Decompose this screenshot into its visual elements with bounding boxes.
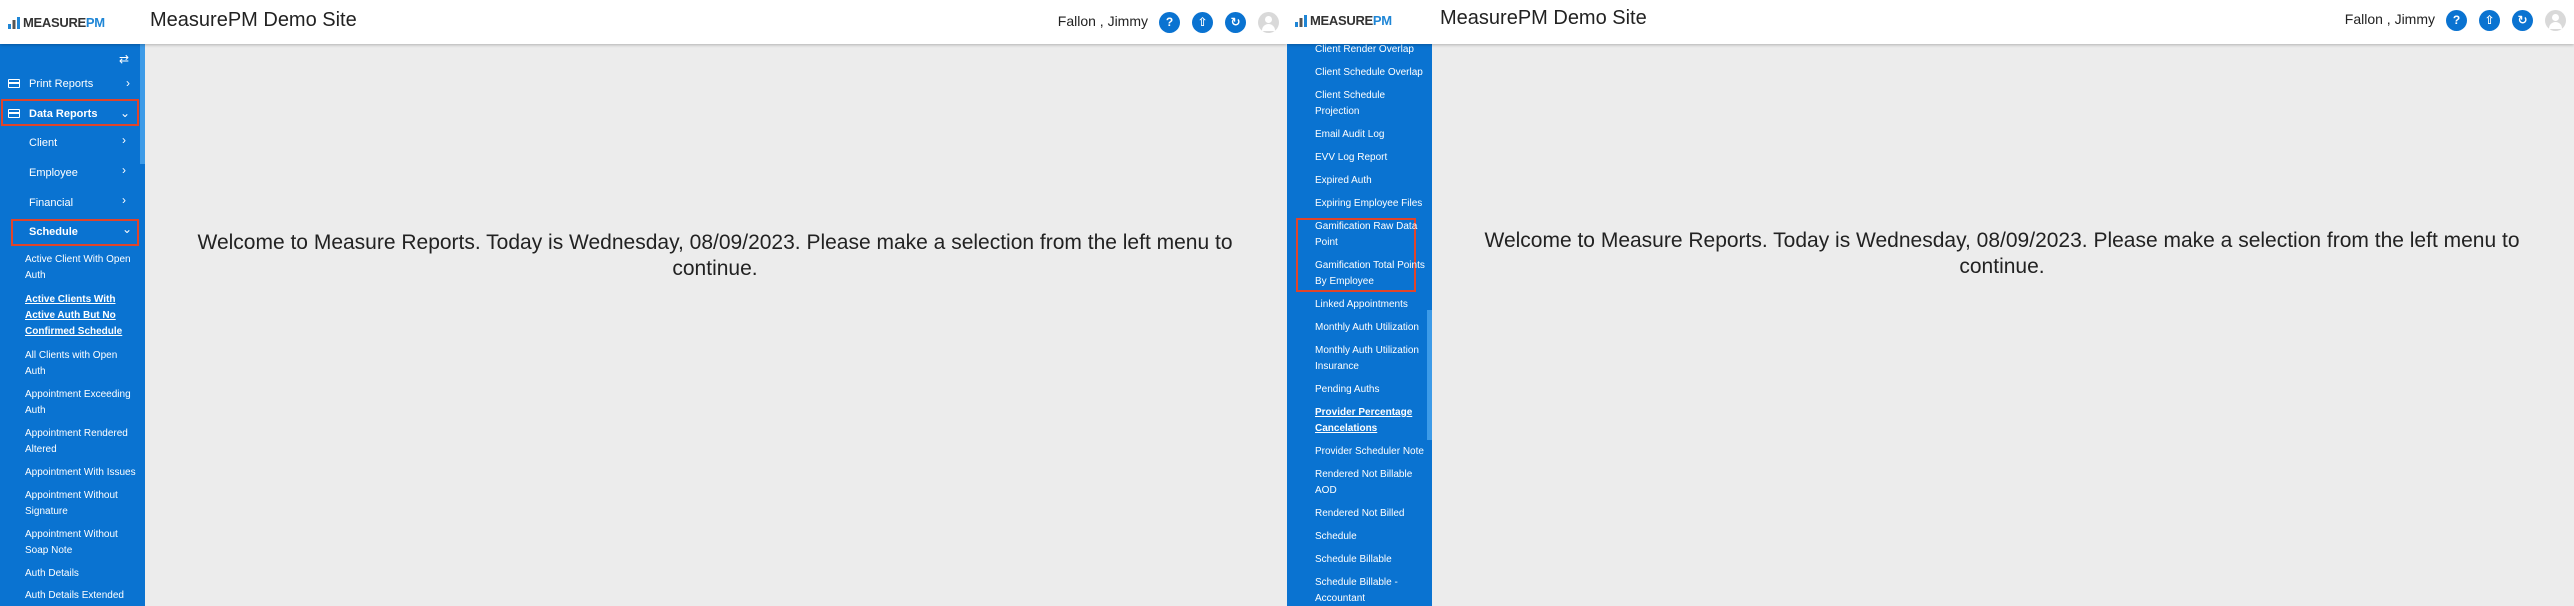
report-link[interactable]: Linked Appointments [1315,297,1427,313]
report-link[interactable]: Schedule Billable - Accountant [1315,575,1427,606]
avatar-icon[interactable] [2545,10,2566,31]
help-icon[interactable]: ? [1159,12,1180,33]
report-link[interactable]: Appointment With Issues [25,465,139,481]
upload-icon[interactable]: ⇧ [1192,12,1213,33]
welcome-message: Welcome to Measure Reports. Today is Wed… [1484,229,2520,278]
sidebar-item-label: Data Reports [29,108,98,120]
report-link[interactable]: Client Schedule Overlap [1315,65,1427,81]
measurepm-logo[interactable]: MEASUREPM [8,15,105,30]
top-bar: MEASUREPM MeasurePM Demo Site Fallon , J… [0,0,1287,44]
sidebar-subitem-client[interactable]: Client [29,137,57,149]
logo-text: MEASURE [23,15,86,30]
report-link[interactable]: All Clients with Open Auth [25,348,139,380]
report-link[interactable]: Appointment Exceeding Auth [25,387,139,419]
report-link[interactable]: Monthly Auth Utilization [1315,320,1427,336]
welcome-message: Welcome to Measure Reports. Today is Wed… [197,231,1233,280]
report-link[interactable]: Email Audit Log [1315,127,1427,143]
report-link[interactable]: Rendered Not Billable AOD [1315,467,1427,499]
report-link[interactable]: Schedule Billable [1315,552,1427,568]
report-icon [8,109,20,118]
logo-accent-text: PM [1372,13,1392,28]
right-screenshot-panel: MEASUREPM MeasurePM Demo Site Fallon , J… [1287,0,2574,606]
chevron-right-icon: › [122,193,126,207]
report-link[interactable]: Appointment Without Soap Note [25,527,139,559]
report-link[interactable]: Provider Percentage Cancelations [1315,405,1427,437]
report-link[interactable]: Rendered Not Billed [1315,506,1427,522]
report-link[interactable]: Appointment Without Signature [25,488,139,520]
report-link[interactable]: Auth Details Extended [25,588,139,604]
report-link[interactable]: Client Render Overlap [1315,42,1427,58]
chevron-right-icon: › [122,133,126,147]
logo-accent-text: PM [85,15,105,30]
refresh-icon[interactable]: ↻ [1225,12,1246,33]
site-title: MeasurePM Demo Site [150,9,357,31]
report-link[interactable]: Client Schedule Projection [1315,88,1427,120]
logo-bars-icon [1295,14,1307,27]
avatar-icon[interactable] [1258,12,1279,33]
report-icon [8,79,20,88]
sidebar-toggle-icon[interactable]: ⇄ [119,53,133,65]
user-name[interactable]: Fallon , Jimmy [2345,11,2435,27]
report-link[interactable]: Gamification Total Points By Employee [1315,258,1427,290]
sidebar-item-data-reports[interactable]: Data Reports ⌄ [0,105,140,121]
sidebar-subitem-employee[interactable]: Employee [29,167,78,179]
report-link[interactable]: Pending Auths [1315,382,1427,398]
upload-icon[interactable]: ⇧ [2479,10,2500,31]
report-link[interactable]: Expired Auth [1315,173,1427,189]
sidebar-item-print-reports[interactable]: Print Reports › [0,75,140,91]
left-screenshot-panel: MEASUREPM MeasurePM Demo Site Fallon , J… [0,0,1287,606]
site-title: MeasurePM Demo Site [1440,7,1647,29]
measurepm-logo[interactable]: MEASUREPM [1295,13,1392,28]
report-link[interactable]: Monthly Auth Utilization Insurance [1315,343,1427,375]
chevron-down-icon: ⌄ [119,106,130,120]
top-bar: MEASUREPM MeasurePM Demo Site Fallon , J… [1287,0,2574,44]
report-link[interactable]: Auth Details [25,566,139,582]
logo-text: MEASURE [1310,13,1373,28]
sidebar-item-label: Print Reports [29,78,94,90]
chevron-right-icon: › [122,163,126,177]
report-link[interactable]: Active Clients With Active Auth But No C… [25,292,139,340]
report-link[interactable]: Expiring Employee Files [1315,196,1427,212]
sidebar-subitem-schedule[interactable]: Schedule [29,226,78,238]
chevron-down-icon: ⌄ [122,222,133,236]
chevron-right-icon: › [126,76,130,90]
report-link[interactable]: Appointment Rendered Altered [25,426,139,458]
report-link[interactable]: Active Client With Open Auth [25,252,139,284]
sidebar-scrollbar-thumb[interactable] [1427,310,1432,440]
sidebar-subitem-financial[interactable]: Financial [29,197,73,209]
refresh-icon[interactable]: ↻ [2512,10,2533,31]
report-link[interactable]: Schedule [1315,529,1427,545]
user-name[interactable]: Fallon , Jimmy [1058,13,1148,29]
help-icon[interactable]: ? [2446,10,2467,31]
report-link[interactable]: EVV Log Report [1315,150,1427,166]
report-link[interactable]: Gamification Raw Data Point [1315,219,1427,251]
report-link[interactable]: Provider Scheduler Note [1315,444,1427,460]
logo-bars-icon [8,16,20,29]
